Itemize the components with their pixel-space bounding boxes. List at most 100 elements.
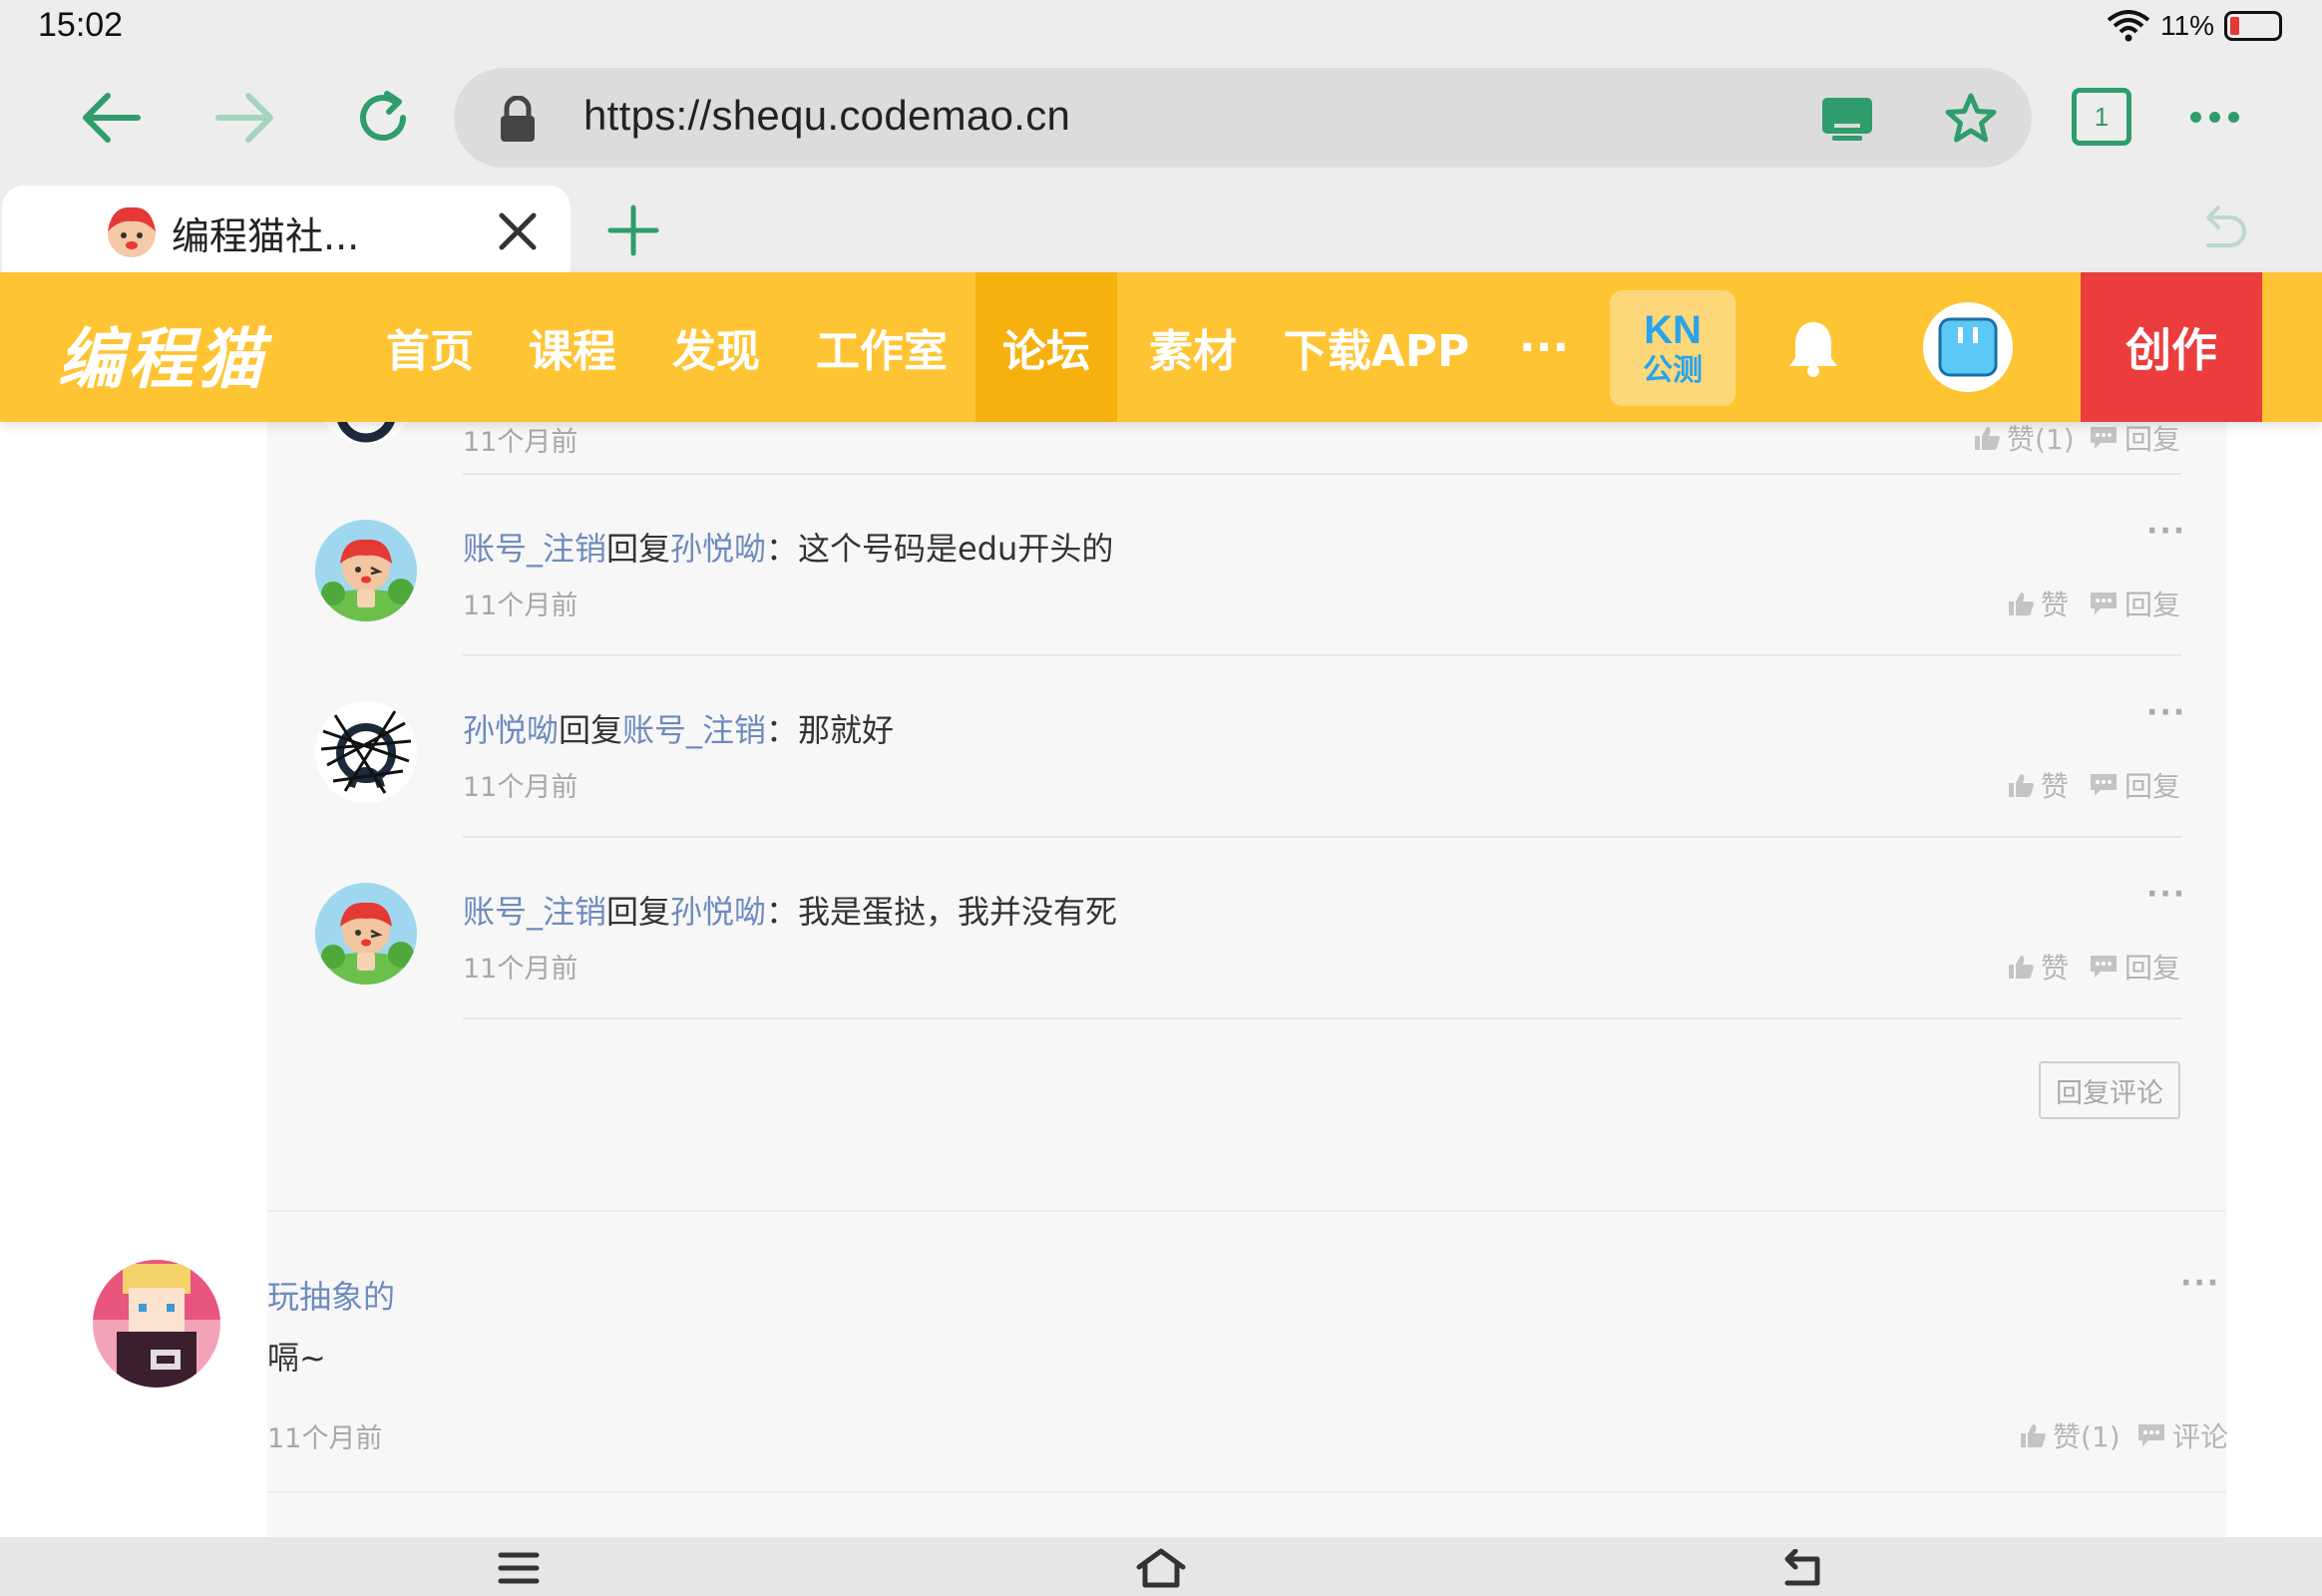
reply-time: 11个月前 xyxy=(463,427,579,458)
reply-content: 孙悦呦回复账号_注销：那就好 xyxy=(463,711,895,749)
browser-menu-button[interactable] xyxy=(2179,92,2249,142)
status-bar: 15:02 11% xyxy=(0,0,2322,58)
comment-time: 11个月前 xyxy=(267,1423,383,1454)
thumbs-up-icon xyxy=(2021,1424,2046,1447)
site-header: 编程猫 首页 课程 发现 工作室 论坛 素材 下载APP ··· KN 公测 创… xyxy=(0,272,2322,422)
nav-discover[interactable]: 发现 xyxy=(650,272,782,422)
reply-more-button[interactable]: ··· xyxy=(2146,514,2186,549)
reply-button[interactable]: 回复 xyxy=(2089,765,2180,805)
url-text[interactable]: https://shequ.codemao.cn xyxy=(583,92,1070,140)
divider xyxy=(267,1491,2226,1493)
comment-more-button[interactable]: ··· xyxy=(2180,1266,2220,1301)
thumbs-up-icon xyxy=(2009,774,2034,797)
reply-time: 11个月前 xyxy=(463,954,579,985)
reply-target-link[interactable]: 孙悦呦 xyxy=(670,530,766,568)
create-button[interactable]: 创作 xyxy=(2081,272,2262,422)
like-button[interactable]: 赞 xyxy=(2007,584,2069,623)
comment-text: 嗝~ xyxy=(267,1339,326,1377)
status-time: 15:02 xyxy=(38,6,124,44)
divider xyxy=(267,1210,2226,1212)
reply-row-partial: 11个月前 赞(1) 回复 xyxy=(267,422,2226,475)
wifi-icon xyxy=(2107,10,2150,42)
reply-button[interactable]: 回复 xyxy=(2089,422,2180,458)
status-indicators: 11% xyxy=(2107,10,2282,42)
reply-row: 账号_注销回复孙悦呦：我是蛋挞，我并没有死 11个月前 ··· 赞 回复 xyxy=(267,837,2226,1019)
menu-icon[interactable] xyxy=(497,1549,541,1587)
reply-avatar xyxy=(315,422,417,444)
user-avatar[interactable] xyxy=(1923,302,2013,392)
bell-icon[interactable] xyxy=(1785,318,1841,378)
comment-icon xyxy=(2138,1424,2164,1446)
site-favicon-icon xyxy=(108,206,156,257)
reply-button[interactable]: 回复 xyxy=(2089,584,2180,623)
battery-icon xyxy=(2224,11,2282,41)
tab-count: 1 xyxy=(2094,101,2110,132)
arrow-right-icon xyxy=(215,93,273,143)
reply-text: ：我是蛋挞，我并没有死 xyxy=(766,893,1118,931)
kn-beta-badge[interactable]: KN 公测 xyxy=(1610,290,1736,406)
comment-avatar[interactable] xyxy=(93,1260,220,1388)
reply-button[interactable]: 回复 xyxy=(2089,947,2180,987)
reply-more-button[interactable]: ··· xyxy=(2146,877,2186,912)
reply-text: ：这个号码是edu开头的 xyxy=(766,530,1114,568)
undo-close-tab-icon[interactable] xyxy=(2194,203,2250,253)
star-icon[interactable] xyxy=(1944,92,1998,146)
reload-button[interactable] xyxy=(343,78,423,158)
reply-avatar-scribbled[interactable] xyxy=(315,701,417,803)
reply-time: 11个月前 xyxy=(463,591,579,621)
avatar-image-icon xyxy=(1938,317,1998,377)
reply-avatar-cat[interactable] xyxy=(315,520,417,621)
nav-courses[interactable]: 课程 xyxy=(507,272,638,422)
desktop-mode-icon[interactable] xyxy=(1820,96,1874,142)
reply-author-link[interactable]: 账号_注销 xyxy=(463,530,606,568)
reply-target-link[interactable]: 账号_注销 xyxy=(622,711,766,749)
reply-target-link[interactable]: 孙悦呦 xyxy=(670,893,766,931)
url-bar[interactable]: https://shequ.codemao.cn xyxy=(454,68,2032,168)
comment-icon xyxy=(2091,774,2117,796)
like-button[interactable]: 赞 xyxy=(2007,765,2069,805)
reply-avatar-cat[interactable] xyxy=(315,883,417,985)
comment-author-link[interactable]: 玩抽象的 xyxy=(267,1272,395,1318)
reply-more-button[interactable]: ··· xyxy=(2146,695,2186,730)
arrow-left-icon xyxy=(83,93,141,143)
new-tab-icon[interactable] xyxy=(606,203,660,257)
nav-forum[interactable]: 论坛 xyxy=(975,272,1117,422)
lock-icon[interactable] xyxy=(496,96,540,144)
thumbs-up-icon xyxy=(2009,593,2034,615)
comment-item: 玩抽象的 嗝~ 11个月前 ··· 赞(1) 评论 xyxy=(0,1210,2322,1537)
nav-materials[interactable]: 素材 xyxy=(1127,272,1259,422)
comment-reply-button[interactable]: 评论 xyxy=(2136,1415,2228,1455)
reply-row: 账号_注销回复孙悦呦：这个号码是edu开头的 11个月前 ··· 赞 回复 xyxy=(267,474,2226,656)
reload-icon xyxy=(360,91,406,141)
nav-home[interactable]: 首页 xyxy=(364,272,496,422)
thumbs-up-icon xyxy=(1975,427,2000,450)
thumbs-up-icon xyxy=(2009,956,2034,979)
nav-more[interactable]: ··· xyxy=(1496,272,1592,422)
nav-studio[interactable]: 工作室 xyxy=(796,272,968,422)
like-button[interactable]: 赞 xyxy=(2007,947,2069,987)
home-icon[interactable] xyxy=(1135,1547,1187,1589)
back-nav-icon[interactable] xyxy=(1779,1549,1827,1587)
like-button[interactable]: 赞(1) xyxy=(2019,1415,2121,1455)
comment-icon xyxy=(2091,427,2117,449)
battery-percent: 11% xyxy=(2160,10,2214,41)
reply-content: 账号_注销回复孙悦呦：我是蛋挞，我并没有死 xyxy=(463,893,1118,931)
kn-badge-top: KN xyxy=(1644,307,1702,352)
tab-title: 编程猫社... xyxy=(172,214,360,258)
site-logo[interactable]: 编程猫 xyxy=(58,306,267,402)
reply-comment-button[interactable]: 回复评论 xyxy=(2039,1061,2180,1119)
back-button[interactable] xyxy=(70,78,150,158)
reply-row: 孙悦呦回复账号_注销：那就好 11个月前 ··· 赞 回复 xyxy=(267,655,2226,838)
nav-download-app[interactable]: 下载APP xyxy=(1277,272,1476,422)
comment-icon xyxy=(2091,956,2117,978)
close-tab-icon[interactable] xyxy=(496,209,540,253)
reply-author-link[interactable]: 孙悦呦 xyxy=(463,711,559,749)
comments-section: 11个月前 赞(1) 回复 账号_注销回复孙悦呦：这个号码是edu开头的 11个… xyxy=(0,422,2322,1537)
forward-button[interactable] xyxy=(206,78,286,158)
tab-active[interactable]: 编程猫社... xyxy=(2,186,571,275)
like-button[interactable]: 赞(1) xyxy=(1973,422,2075,458)
reply-author-link[interactable]: 账号_注销 xyxy=(463,893,606,931)
reply-time: 11个月前 xyxy=(463,772,579,803)
reply-text: ：那就好 xyxy=(766,711,895,749)
tabs-count-button[interactable]: 1 xyxy=(2072,88,2131,146)
